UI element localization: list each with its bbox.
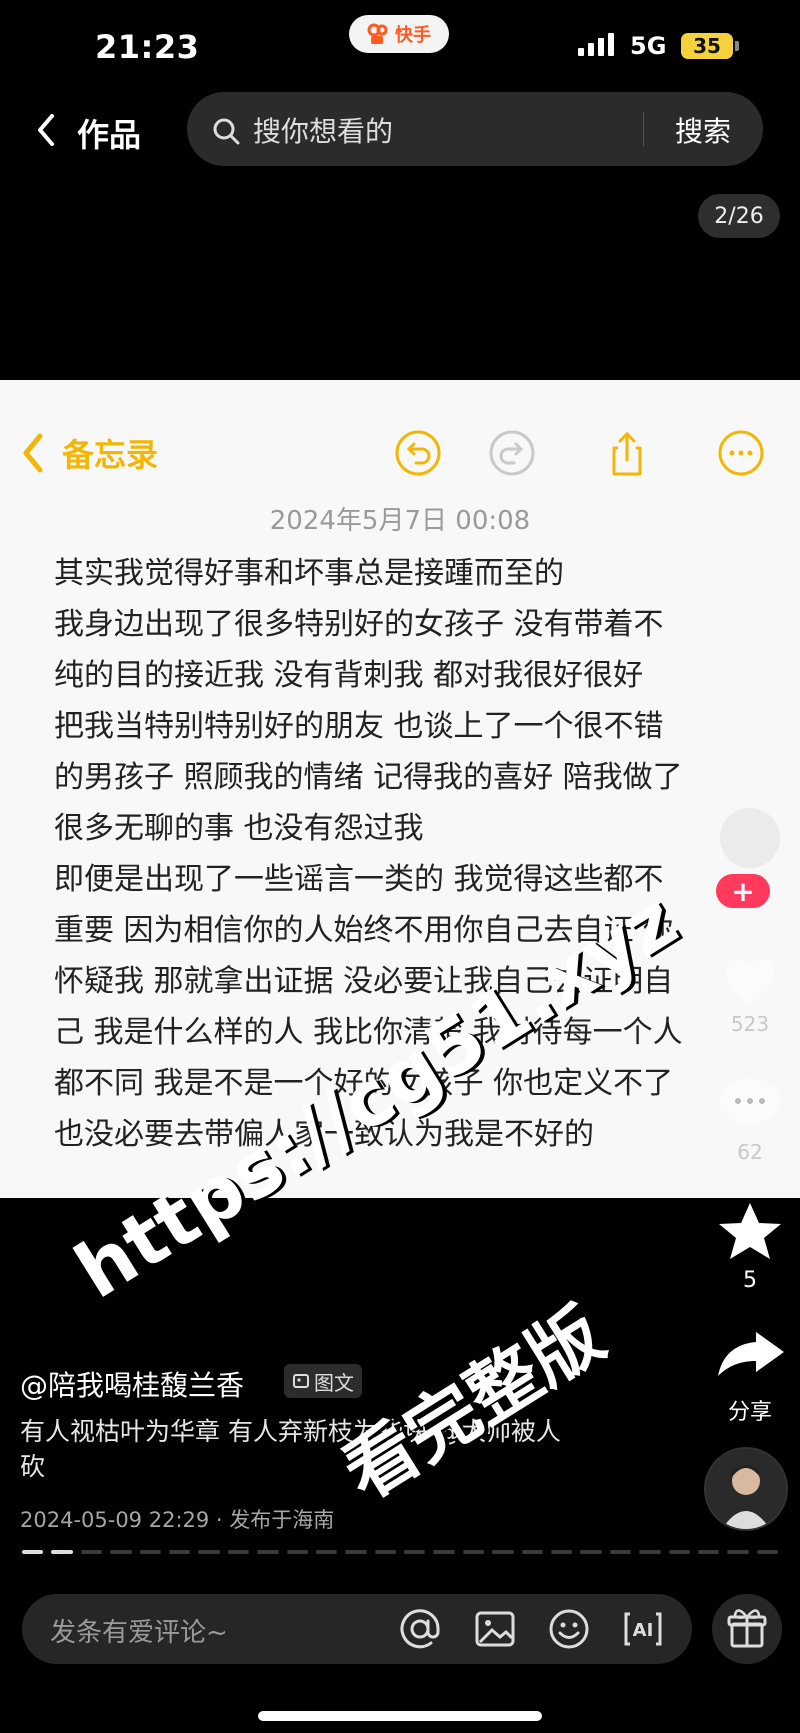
avatar-portrait-icon (706, 1449, 786, 1529)
gift-button[interactable] (712, 1594, 782, 1664)
memo-back-label: 备忘录 (62, 436, 159, 474)
search-divider (643, 112, 644, 146)
image-text-icon (293, 1374, 309, 1388)
like-heart-icon[interactable] (722, 960, 778, 1010)
app-indicator-pill[interactable]: 快手 (349, 15, 449, 53)
home-indicator[interactable] (258, 1711, 542, 1721)
search-icon (213, 118, 240, 145)
post-type-label: 图文 (314, 1370, 354, 1395)
network-type: 5G (630, 32, 667, 60)
battery-icon: 35 (681, 33, 733, 59)
back-chevron-icon[interactable] (30, 110, 66, 150)
back-label[interactable]: 作品 (77, 110, 141, 156)
kuaishou-logo-icon (367, 23, 388, 44)
image-progress-indicator (22, 1550, 779, 1554)
battery-tip (735, 41, 739, 51)
post-meta: 2024-05-09 22:29 · 发布于海南 (20, 1508, 335, 1532)
emoji-icon[interactable] (546, 1606, 592, 1652)
post-type-tag: 图文 (284, 1364, 362, 1398)
comment-count: 62 (737, 1140, 763, 1164)
follow-plus-button[interactable]: + (716, 874, 770, 908)
share-label[interactable]: 分享 (712, 1394, 788, 1426)
gift-icon (727, 1609, 767, 1648)
search-button[interactable]: 搜索 (675, 110, 731, 150)
memo-back-chevron-icon (23, 433, 43, 473)
search-input[interactable]: 搜你想看的 (253, 110, 393, 150)
app-name: 快手 (395, 25, 431, 46)
undo-icon (395, 430, 441, 476)
ai-icon[interactable]: AI (620, 1606, 666, 1652)
svg-text:AI: AI (633, 1620, 654, 1641)
share-arrow-icon[interactable] (712, 1326, 788, 1380)
collect-count: 5 (743, 1268, 757, 1293)
mention-icon[interactable] (397, 1606, 443, 1652)
image-counter: 2/26 (698, 194, 780, 238)
author-avatar[interactable] (704, 1447, 788, 1531)
memo-date: 2024年5月7日 00:08 (269, 506, 531, 536)
image-picker-icon[interactable] (472, 1606, 518, 1652)
comment-placeholder[interactable]: 发条有爱评论~ (50, 1612, 228, 1649)
status-time: 21:23 (95, 28, 200, 66)
more-icon (718, 430, 764, 476)
share-sheet-icon (612, 431, 642, 476)
comment-bubble-icon[interactable] (716, 1074, 784, 1132)
sticker-decoration (720, 808, 780, 868)
signal-icon (578, 33, 614, 56)
redo-icon (489, 430, 535, 476)
author-name[interactable]: @陪我喝桂馥兰香 (20, 1364, 244, 1404)
collect-star-icon[interactable] (716, 1200, 784, 1262)
like-count: 523 (730, 1012, 770, 1036)
